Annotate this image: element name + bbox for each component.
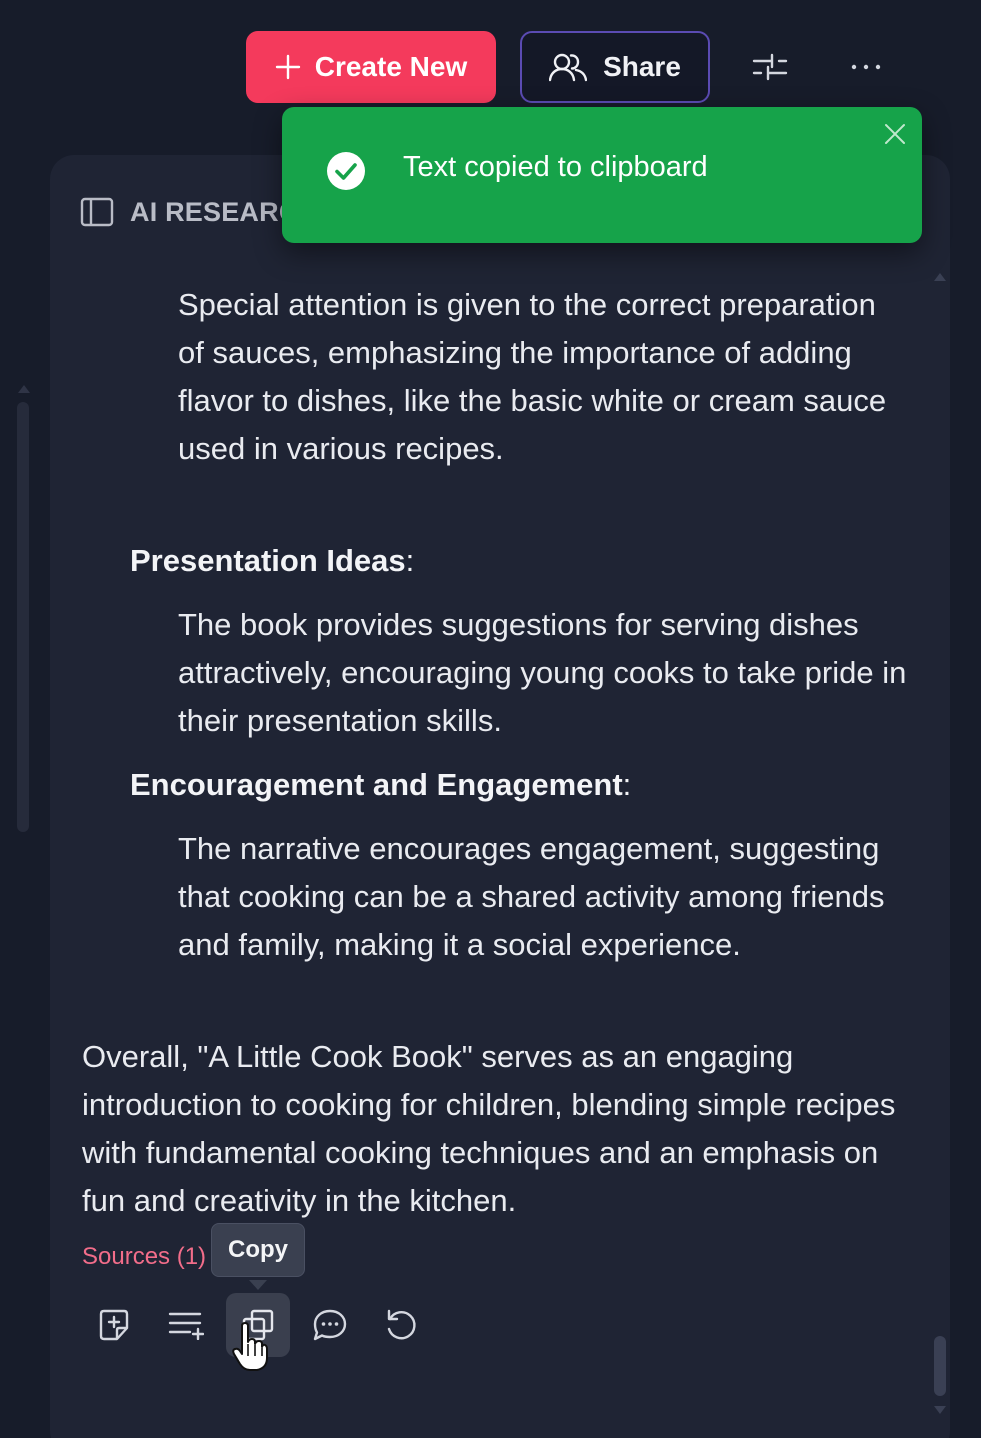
sources-link[interactable]: Sources (1) [82, 1243, 206, 1271]
paragraph-sauces: Special attention is given to the correc… [178, 287, 887, 466]
share-label: Share [603, 51, 681, 82]
regenerate-button[interactable] [369, 1293, 433, 1357]
add-to-list-button[interactable] [154, 1293, 218, 1357]
sidebar-toggle-icon[interactable] [80, 197, 114, 227]
create-new-button[interactable]: Create New [246, 31, 496, 103]
heading-text: Encouragement and Engagement [130, 767, 623, 802]
more-dots-icon [851, 64, 881, 70]
left-scroll-up-arrow[interactable] [18, 385, 30, 393]
scroll-down-arrow[interactable] [934, 1406, 946, 1414]
plus-icon [275, 54, 300, 80]
close-icon[interactable] [882, 121, 908, 147]
filter-settings-button[interactable] [742, 44, 798, 90]
users-icon [549, 53, 588, 82]
page: Create New Share AI RESEARC Special atte… [0, 0, 981, 1438]
scrollbar-thumb[interactable] [934, 1336, 946, 1396]
tooltip-arrow [249, 1280, 267, 1290]
paragraph-presentation: The book provides suggestions for servin… [178, 607, 907, 738]
create-new-label: Create New [314, 51, 468, 82]
scroll-up-arrow[interactable] [934, 273, 946, 281]
heading-presentation-ideas: Presentation Ideas: [130, 537, 414, 585]
heading-colon: : [622, 767, 632, 802]
share-button[interactable]: Share [520, 31, 710, 103]
hand-cursor-icon [232, 1322, 268, 1371]
panel-header: AI RESEARC [80, 192, 299, 232]
sliders-icon [752, 53, 788, 81]
add-note-button[interactable] [82, 1293, 146, 1357]
toast-message: Text copied to clipboard [403, 151, 708, 183]
add-note-icon [99, 1309, 129, 1341]
panel-title: AI RESEARC [130, 196, 299, 227]
copy-tooltip: Copy [211, 1223, 305, 1277]
check-circle-icon [327, 152, 365, 190]
more-options-button[interactable] [838, 44, 894, 90]
regenerate-icon [387, 1309, 416, 1340]
left-scrollbar[interactable] [17, 402, 29, 832]
add-to-list-icon [168, 1312, 204, 1340]
paragraph-summary: Overall, "A Little Cook Book" serves as … [82, 1039, 896, 1218]
heading-encouragement: Encouragement and Engagement: [130, 761, 631, 809]
heading-colon: : [405, 543, 415, 578]
chat-button[interactable] [298, 1293, 362, 1357]
heading-text: Presentation Ideas [130, 543, 406, 578]
toast-notification: Text copied to clipboard [282, 107, 922, 243]
paragraph-engagement: The narrative encourages engagement, sug… [178, 831, 885, 962]
chat-icon [313, 1309, 347, 1341]
